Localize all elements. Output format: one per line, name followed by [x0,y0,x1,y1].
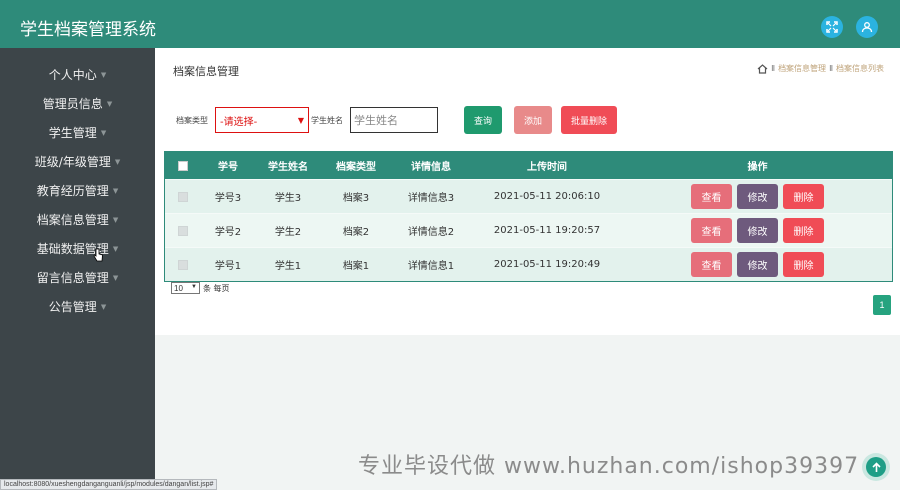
cell-detail: 详情信息3 [407,193,455,204]
page-title: 档案信息管理 [173,65,239,78]
cell-student-number: 学号3 [214,193,242,204]
home-icon[interactable] [757,63,768,74]
hand-cursor-icon [93,248,103,262]
cell-detail: 详情信息1 [407,261,455,272]
chevron-down-icon: ▼ [100,128,107,137]
cell-archive-type: 档案2 [342,227,370,238]
chevron-down-icon: ▼ [106,99,113,108]
cell-student-name: 学生3 [274,193,302,204]
cell-student-number: 学号1 [214,261,242,272]
view-button[interactable]: 查看 [691,218,732,243]
table-header: 学号 学生姓名 档案类型 详情信息 上传时间 操作 [165,152,892,179]
header-actions: 操作 [747,162,768,173]
row-checkbox[interactable] [178,225,188,236]
cell-student-name: 学生2 [274,227,302,238]
sidebar-item-education[interactable]: 教育经历管理 ▼ [0,176,155,205]
edit-button[interactable]: 修改 [737,184,778,209]
sidebar: 个人中心 ▼ 管理员信息 ▼ 学生管理 ▼ 班级/年级管理 ▼ 教育经历管理 ▼ 档案信息… [0,48,155,490]
page-size-select[interactable]: 10 ▼ [171,282,200,294]
page-size-value: 10 [174,283,183,293]
view-button[interactable]: 查看 [691,252,732,277]
back-to-top-button[interactable] [862,453,890,481]
cell-student-name: 学生1 [274,261,302,272]
edit-button[interactable]: 修改 [737,218,778,243]
main-content: 档案信息管理 Ⅱ 档案信息管理 Ⅱ 档案信息列表 档案类型 -请选择- ▼ 学生… [155,48,900,490]
sidebar-item-label: 教育经历管理 [36,184,109,198]
edit-button[interactable]: 修改 [737,252,778,277]
watermark: 专业毕设代做 www.huzhan.com/ishop39397 [358,454,860,479]
chevron-down-icon: ▼ [100,302,107,311]
delete-button[interactable]: 删除 [783,184,824,209]
student-name-input[interactable]: 学生姓名 [350,107,438,133]
cell-detail: 详情信息2 [407,227,455,238]
delete-button[interactable]: 删除 [783,218,824,243]
cell-upload-time: 2021-05-11 20:06:10 [493,191,601,202]
content-panel: 档案信息管理 Ⅱ 档案信息管理 Ⅱ 档案信息列表 档案类型 -请选择- ▼ 学生… [155,48,900,335]
sidebar-item-personal-center[interactable]: 个人中心 ▼ [0,60,155,89]
user-icon[interactable] [856,16,878,38]
breadcrumb-separator: Ⅱ [829,64,833,73]
chevron-down-icon: ▼ [112,273,119,282]
header-student-name: 学生姓名 [268,162,308,173]
archive-table: 学号 学生姓名 档案类型 详情信息 上传时间 操作 学号3 学生3 档案3 详情… [164,151,893,282]
sidebar-item-label: 个人中心 [48,68,97,82]
sidebar-item-label: 学生管理 [48,126,97,140]
sidebar-item-archives[interactable]: 档案信息管理 ▼ [0,205,155,234]
delete-button[interactable]: 删除 [783,252,824,277]
chevron-down-icon: ▼ [297,116,304,125]
cell-upload-time: 2021-05-11 19:20:49 [493,259,601,270]
sidebar-item-basic-data[interactable]: 基础数据管理 ▼ [0,234,155,263]
cell-student-number: 学号2 [214,227,242,238]
chevron-down-icon: ▼ [112,186,119,195]
row-checkbox[interactable] [178,259,188,270]
chevron-down-icon: ▼ [100,70,107,79]
sidebar-item-admin-info[interactable]: 管理员信息 ▼ [0,89,155,118]
sidebar-item-label: 公告管理 [48,300,97,314]
type-select[interactable]: -请选择- ▼ [215,107,309,133]
chevron-down-icon: ▼ [191,284,197,290]
table-row: 学号3 学生3 档案3 详情信息3 2021-05-11 20:06:10 查看… [165,179,892,213]
header-upload-time: 上传时间 [527,162,567,173]
breadcrumb-item[interactable]: 档案信息管理 [778,63,826,74]
batch-delete-button[interactable]: 批量删除 [561,106,617,134]
breadcrumb-separator: Ⅱ [771,64,776,73]
top-header: 学生档案管理系统 [0,0,900,48]
sidebar-item-messages[interactable]: 留言信息管理 ▼ [0,263,155,292]
chevron-down-icon: ▼ [114,157,121,166]
cell-archive-type: 档案1 [342,261,370,272]
app-title: 学生档案管理系统 [20,20,156,40]
sidebar-item-class-grade[interactable]: 班级/年级管理 ▼ [0,147,155,176]
chevron-down-icon: ▼ [112,244,119,253]
sidebar-item-label: 班级/年级管理 [34,155,111,169]
table-row: 学号2 学生2 档案2 详情信息2 2021-05-11 19:20:57 查看… [165,213,892,247]
select-all-checkbox[interactable] [178,160,188,171]
sidebar-item-label: 留言信息管理 [36,271,109,285]
arrow-up-icon [866,457,886,477]
browser-status-url: localhost:8080/xueshengdanganguanli/jsp/… [0,479,218,490]
expand-icon[interactable] [821,16,843,38]
table-row: 学号1 学生1 档案1 详情信息1 2021-05-11 19:20:49 查看… [165,247,892,281]
row-checkbox[interactable] [178,191,188,202]
add-button[interactable]: 添加 [514,106,552,134]
breadcrumb-item[interactable]: 档案信息列表 [836,63,884,74]
header-archive-type: 档案类型 [336,162,376,173]
header-student-number: 学号 [218,162,238,173]
query-button[interactable]: 查询 [464,106,502,134]
per-page-label: 条 每页 [203,284,230,293]
cell-archive-type: 档案3 [342,193,370,204]
sidebar-item-notices[interactable]: 公告管理 ▼ [0,292,155,321]
sidebar-item-label: 管理员信息 [42,97,103,111]
chevron-down-icon: ▼ [112,215,119,224]
page-button-current[interactable]: 1 [873,295,891,315]
type-select-value: -请选择- [220,116,258,128]
view-button[interactable]: 查看 [691,184,732,209]
name-label: 学生姓名 [311,116,343,125]
breadcrumb: Ⅱ 档案信息管理 Ⅱ 档案信息列表 [757,63,884,74]
header-detail: 详情信息 [411,162,451,173]
sidebar-item-label: 档案信息管理 [36,213,109,227]
sidebar-item-students[interactable]: 学生管理 ▼ [0,118,155,147]
cell-upload-time: 2021-05-11 19:20:57 [493,225,601,236]
type-label: 档案类型 [176,116,208,125]
